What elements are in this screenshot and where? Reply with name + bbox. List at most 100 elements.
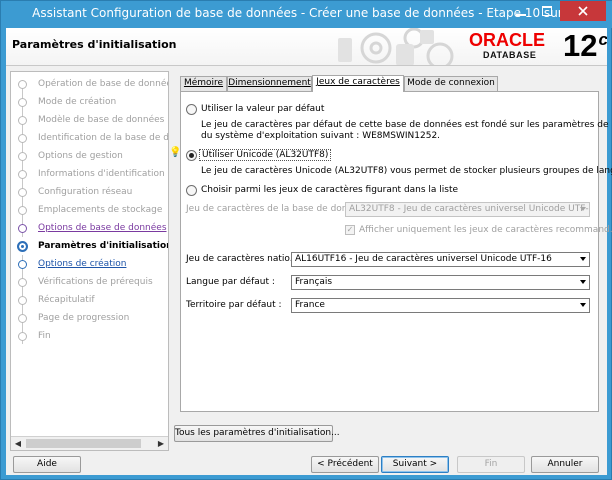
finish-button[interactable]: Fin <box>457 456 525 473</box>
db-charset-value: AL32UTF8 - Jeu de caractères universel U… <box>349 204 590 214</box>
logo-version-number: 12 <box>563 28 598 63</box>
step-status-icon <box>18 332 27 341</box>
step-item[interactable]: Options de création <box>11 255 168 273</box>
radio-choose-list-label[interactable]: Choisir parmi les jeux de caractères fig… <box>201 185 458 195</box>
step-label: Opération de base de données <box>38 79 169 89</box>
db-charset-select[interactable]: AL32UTF8 - Jeu de caractères universel U… <box>345 202 590 217</box>
step-status-icon <box>18 80 27 89</box>
step-item: Configuration réseau <box>11 183 168 201</box>
step-label: Vérifications de prérequis <box>38 277 153 287</box>
tab-mode-de-connexion[interactable]: Mode de connexion <box>404 76 498 91</box>
step-status-icon <box>18 98 27 107</box>
content-area: Mémoire Dimensionnement Jeux de caractèr… <box>169 71 612 416</box>
all-init-params-button[interactable]: Tous les paramètres d'initialisation... <box>174 425 340 442</box>
step-item[interactable]: Options de base de données <box>11 219 168 237</box>
steps-panel: Opération de base de données Mode de créa… <box>10 71 169 451</box>
step-label: Configuration réseau <box>38 187 133 197</box>
step-status-icon <box>17 241 28 252</box>
decorative-gears-icon <box>338 28 454 65</box>
step-label: Identification de la base de données <box>38 133 169 143</box>
step-item: Page de progression <box>11 309 168 327</box>
default-language-label: Langue par défaut : <box>186 277 275 287</box>
step-status-icon <box>18 296 27 305</box>
default-territory-value: France <box>295 300 325 310</box>
tab-memoire[interactable]: Mémoire <box>180 76 227 91</box>
step-status-icon <box>18 152 27 161</box>
step-item[interactable]: Paramètres d'initialisation <box>11 237 168 255</box>
minimize-icon <box>515 14 526 16</box>
national-charset-label: Jeu de caractères natio... <box>186 254 299 264</box>
tab-label: Mode de connexion <box>407 78 495 88</box>
step-status-icon <box>18 170 27 179</box>
recommended-only-label: Afficher uniquement les jeux de caractèr… <box>359 225 612 235</box>
step-item: Récapitulatif <box>11 291 168 309</box>
step-label: Options de création <box>38 259 127 269</box>
step-item: Identification de la base de données <box>11 129 169 147</box>
steps-horizontal-scrollbar[interactable]: ◀ ▶ <box>11 436 168 450</box>
tab-label: Jeux de caractères <box>316 77 400 87</box>
page-title: Paramètres d'initialisation <box>12 38 177 51</box>
title-bar[interactable]: Assistant Configuration de base de donné… <box>1 1 612 28</box>
scroll-thumb[interactable] <box>26 439 141 448</box>
help-button[interactable]: Aide <box>13 456 81 473</box>
step-item: Modèle de base de données <box>11 111 168 129</box>
step-status-icon <box>18 278 27 287</box>
default-language-select[interactable]: Français <box>291 275 590 290</box>
oracle-logo: ORACLE DATABASE 12c <box>467 28 607 64</box>
default-description-line1: Le jeu de caractères par défaut de cette… <box>201 120 612 130</box>
chevron-down-icon <box>580 257 586 261</box>
radio-default[interactable] <box>186 104 197 115</box>
logo-brand: ORACLE <box>469 30 545 50</box>
default-description-line2: du système d'exploitation suivant : WE8M… <box>201 131 441 141</box>
step-status-icon <box>18 224 27 233</box>
step-item: Vérifications de prérequis <box>11 273 168 291</box>
maximize-button[interactable] <box>534 1 560 21</box>
tab-label: Mémoire <box>183 78 224 88</box>
step-label: Options de base de données <box>38 223 167 233</box>
cancel-button[interactable]: Annuler <box>531 456 599 473</box>
radio-unicode-label[interactable]: Utiliser Unicode (AL32UTF8) <box>199 149 332 161</box>
step-label: Emplacements de stockage <box>38 205 163 215</box>
hint-bulb-icon: 💡 <box>169 147 182 158</box>
tab-dimensionnement[interactable]: Dimensionnement <box>227 76 312 91</box>
chevron-down-icon <box>580 303 586 307</box>
logo-version-suffix: c <box>598 30 607 49</box>
step-status-icon <box>18 134 27 143</box>
default-language-value: Français <box>295 277 333 287</box>
dbca-window: Assistant Configuration de base de donné… <box>0 0 612 480</box>
step-label: Récapitulatif <box>38 295 95 305</box>
default-territory-select[interactable]: France <box>291 298 590 313</box>
radio-unicode[interactable] <box>186 150 197 161</box>
back-button[interactable]: < Précédent <box>311 456 379 473</box>
step-status-icon <box>18 116 27 125</box>
step-label: Page de progression <box>38 313 130 323</box>
national-charset-value: AL16UTF16 - Jeu de caractères universel … <box>295 254 552 264</box>
step-status-icon <box>18 314 27 323</box>
step-label: Modèle de base de données <box>38 115 165 125</box>
recommended-only-checkbox[interactable]: ✓ <box>345 225 355 235</box>
maximize-icon <box>542 6 552 16</box>
national-charset-select[interactable]: AL16UTF16 - Jeu de caractères universel … <box>291 252 590 267</box>
radio-choose-list[interactable] <box>186 185 197 196</box>
step-item: Emplacements de stockage <box>11 201 168 219</box>
tab-label: Dimensionnement <box>228 78 311 88</box>
radio-default-label[interactable]: Utiliser la valeur par défaut <box>201 104 324 114</box>
step-label: Informations d'identification de base <box>38 169 168 179</box>
step-status-icon <box>18 206 27 215</box>
tab-jeux-de-caracteres[interactable]: Jeux de caractères <box>312 75 404 92</box>
step-item: Options de gestion <box>11 147 168 165</box>
client-area: Paramètres d'initialisation ORACLE DATAB… <box>6 28 612 475</box>
next-button[interactable]: Suivant > <box>381 456 449 473</box>
step-item: Opération de base de données <box>11 75 169 93</box>
minimize-button[interactable] <box>507 1 534 21</box>
unicode-description: Le jeu de caractères Unicode (AL32UTF8) … <box>201 166 612 176</box>
close-button[interactable] <box>560 1 606 21</box>
logo-product: DATABASE <box>483 50 537 60</box>
scroll-right-icon[interactable]: ▶ <box>154 437 168 450</box>
chevron-down-icon <box>580 280 586 284</box>
scroll-left-icon[interactable]: ◀ <box>11 437 25 450</box>
step-item: Mode de création <box>11 93 168 111</box>
step-status-icon <box>18 260 27 269</box>
db-charset-label: Jeu de caractères de la base de donn... <box>186 204 362 214</box>
step-item: Informations d'identification de base <box>11 165 168 183</box>
